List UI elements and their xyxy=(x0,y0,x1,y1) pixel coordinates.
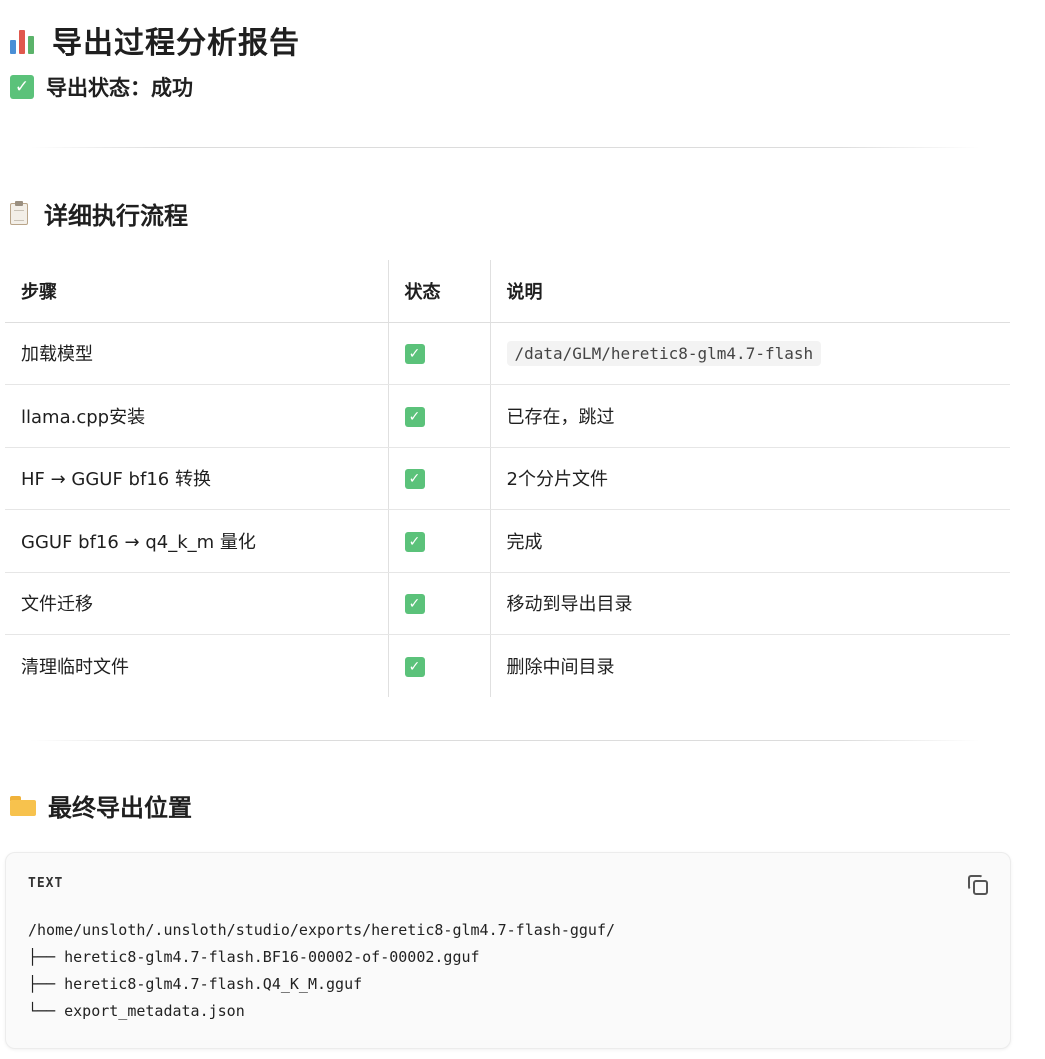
check-mark-icon: ✓ xyxy=(10,75,34,99)
code-line: ├── heretic8-glm4.7-flash.Q4_K_M.gguf xyxy=(28,975,363,993)
table-row: GGUF bf16 → q4_k_m 量化 ✓ 完成 xyxy=(5,509,1010,573)
bar-chart-icon xyxy=(10,26,38,54)
code-block: TEXT /home/unsloth/.unsloth/studio/expor… xyxy=(5,852,1011,1049)
step-cell: 清理临时文件 xyxy=(5,634,389,697)
export-status: ✓ 导出状态：成功 xyxy=(10,72,193,102)
final-section-header: 最终导出位置 xyxy=(10,788,192,823)
step-cell: GGUF bf16 → q4_k_m 量化 xyxy=(5,509,389,573)
code-line: ├── heretic8-glm4.7-flash.BF16-00002-of-… xyxy=(28,948,480,966)
check-mark-icon: ✓ xyxy=(404,344,425,365)
check-mark-icon: ✓ xyxy=(404,469,425,490)
table-header-row: 步骤 状态 说明 xyxy=(5,260,1010,323)
status-cell: ✓ xyxy=(388,447,491,510)
export-status-text: 导出状态：成功 xyxy=(46,76,193,100)
code-language-label: TEXT xyxy=(28,876,64,891)
clipboard-icon xyxy=(10,200,28,225)
table-row: HF → GGUF bf16 转换 ✓ 2个分片文件 xyxy=(5,447,1010,510)
code-line: /home/unsloth/.unsloth/studio/exports/he… xyxy=(28,921,615,939)
check-mark-icon: ✓ xyxy=(404,594,425,615)
description-cell: /data/GLM/heretic8-glm4.7-flash xyxy=(490,322,1010,385)
description-cell: 删除中间目录 xyxy=(506,657,615,678)
column-header-description: 说明 xyxy=(490,260,1010,323)
inline-code-path: /data/GLM/heretic8-glm4.7-flash xyxy=(506,340,822,366)
check-mark-icon: ✓ xyxy=(404,531,425,552)
table-row: 清理临时文件 ✓ 删除中间目录 xyxy=(5,634,1010,697)
copy-icon[interactable] xyxy=(966,873,988,895)
status-cell: ✓ xyxy=(388,634,491,697)
column-header-status: 状态 xyxy=(388,260,491,323)
table-row: 加载模型 ✓ /data/GLM/heretic8-glm4.7-flash xyxy=(5,322,1010,385)
description-cell: 移动到导出目录 xyxy=(490,572,1010,635)
check-mark-icon: ✓ xyxy=(404,406,425,427)
final-section-title: 最终导出位置 xyxy=(48,794,192,822)
step-cell: llama.cpp安装 xyxy=(5,384,389,448)
check-mark-icon: ✓ xyxy=(404,657,425,677)
column-header-step: 步骤 xyxy=(5,260,389,323)
table-row: 文件迁移 ✓ 移动到导出目录 xyxy=(5,572,1010,635)
description-cell: 完成 xyxy=(490,509,1010,573)
code-line: └── export_metadata.json xyxy=(28,1002,245,1020)
description-cell: 已存在，跳过 xyxy=(490,384,1010,448)
description-cell: 2个分片文件 xyxy=(490,447,1010,510)
step-cell: 加载模型 xyxy=(5,322,389,385)
report-title-row: 导出过程分析报告 xyxy=(10,18,300,62)
divider xyxy=(30,740,980,741)
status-cell: ✓ xyxy=(388,572,491,635)
status-cell: ✓ xyxy=(388,509,491,573)
status-cell: ✓ xyxy=(388,384,491,448)
step-cell: HF → GGUF bf16 转换 xyxy=(5,447,389,510)
divider xyxy=(30,147,980,148)
folder-icon xyxy=(10,795,36,816)
code-content: /home/unsloth/.unsloth/studio/exports/he… xyxy=(28,917,615,1025)
process-table: 步骤 状态 说明 加载模型 ✓ /data/GLM/heretic8-glm4.… xyxy=(5,260,1010,697)
step-cell: 文件迁移 xyxy=(5,572,389,635)
page-title: 导出过程分析报告 xyxy=(52,26,300,61)
process-section-title: 详细执行流程 xyxy=(44,202,188,230)
process-section-header: 详细执行流程 xyxy=(10,196,188,231)
table-row: llama.cpp安装 ✓ 已存在，跳过 xyxy=(5,384,1010,448)
status-cell: ✓ xyxy=(388,322,491,385)
